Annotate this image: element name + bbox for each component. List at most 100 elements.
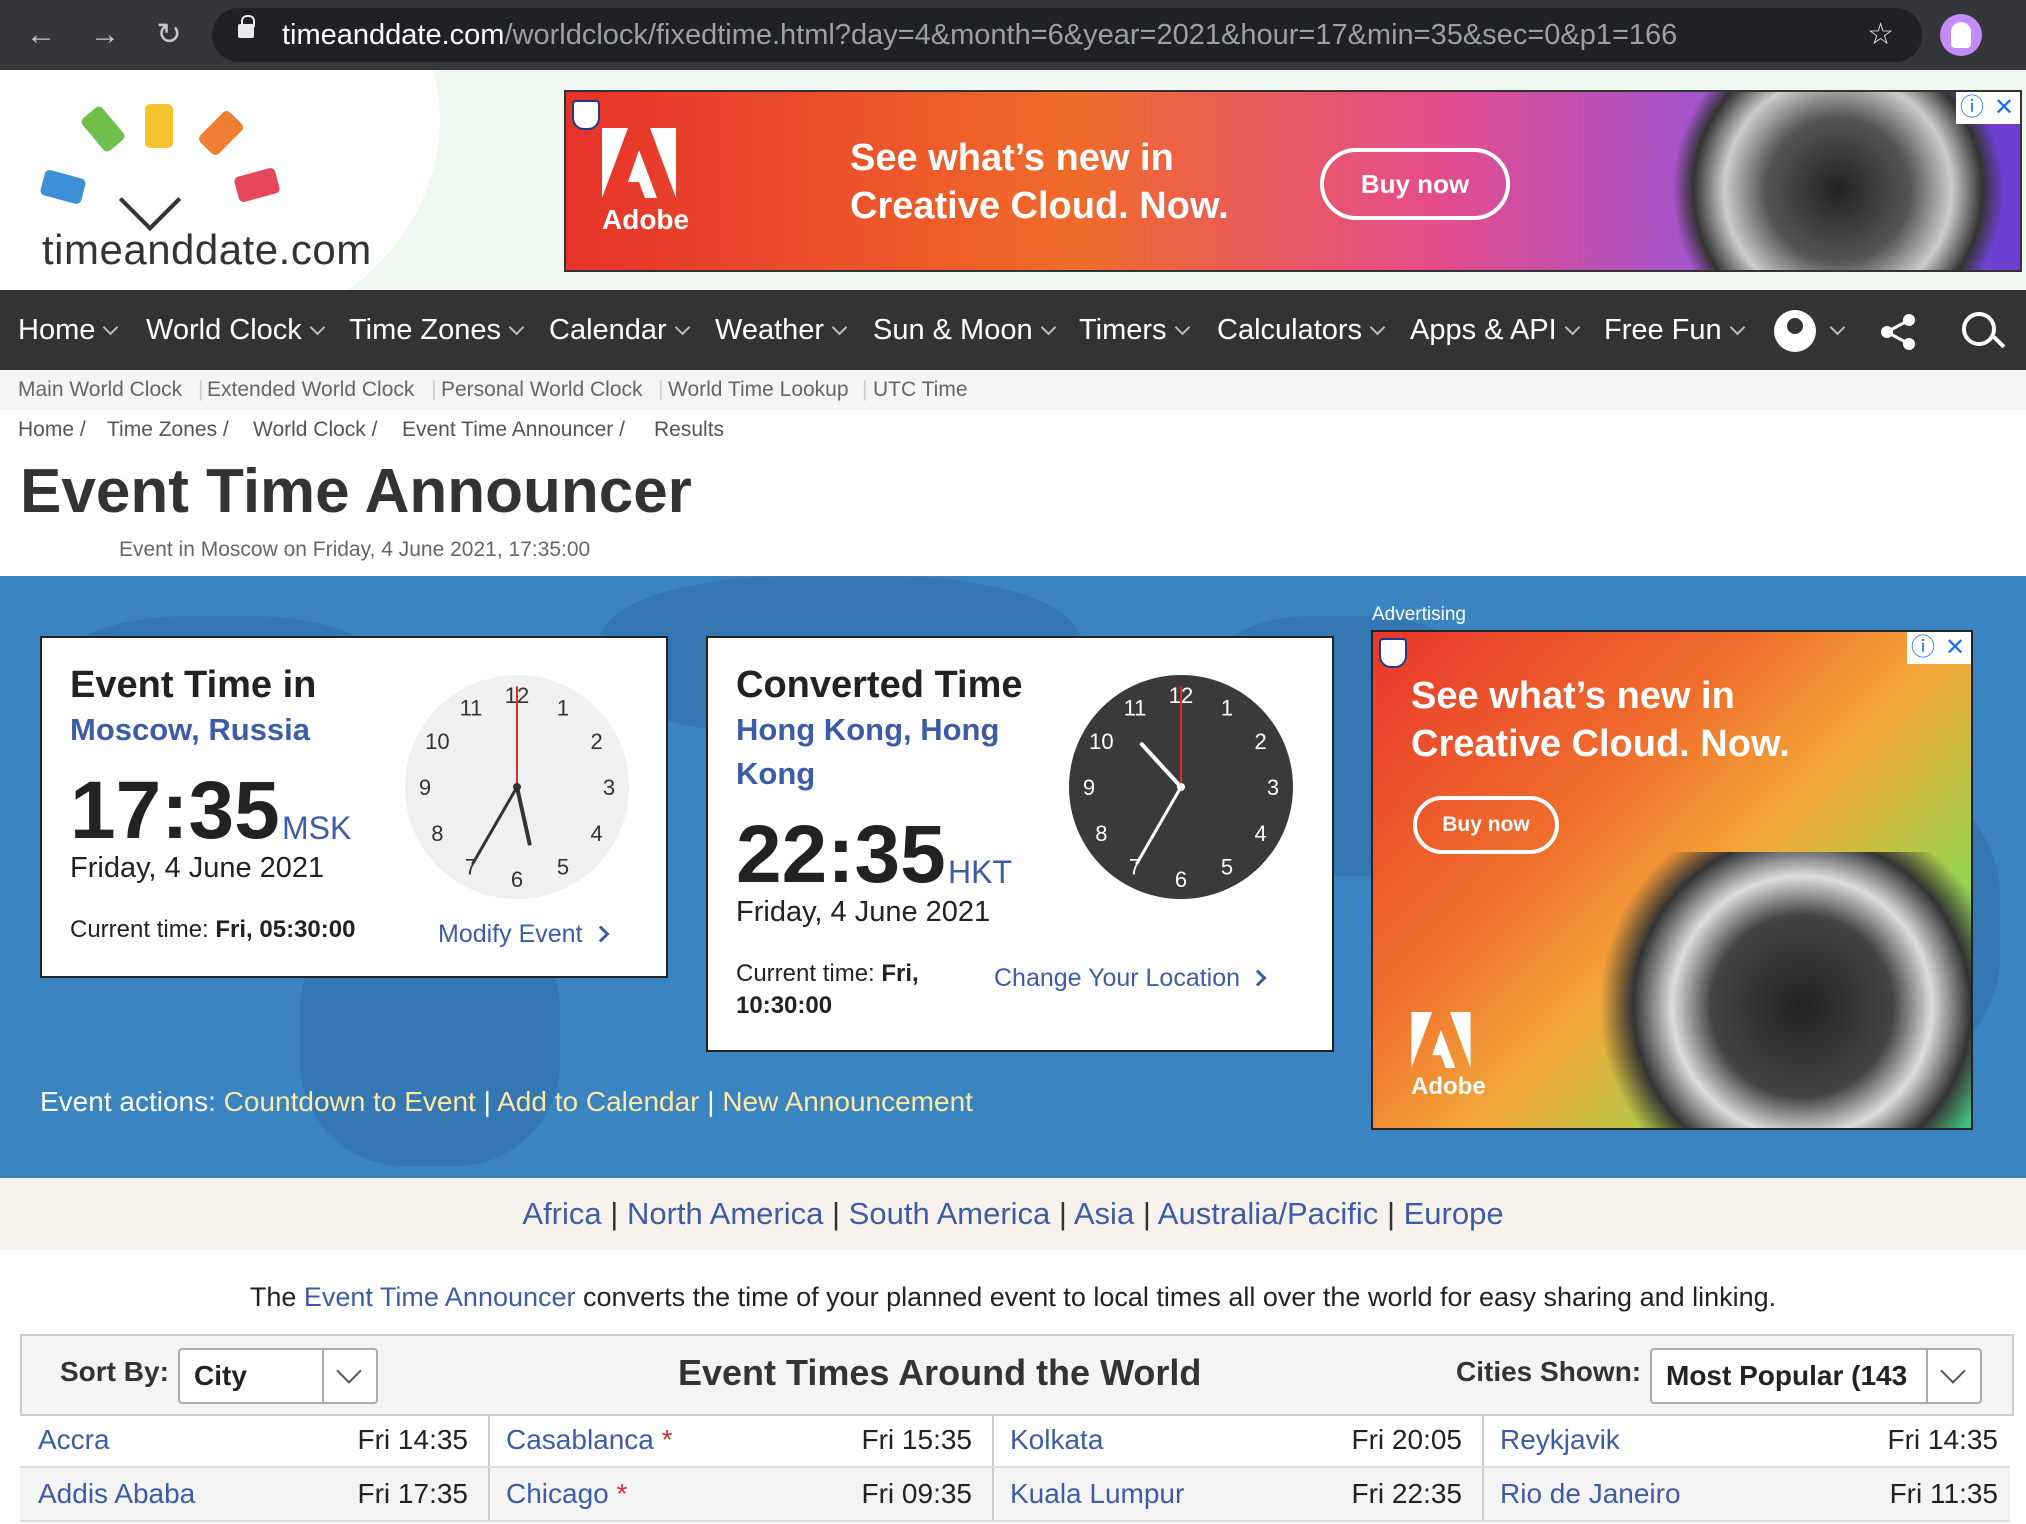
clock-number: 2: [1255, 729, 1267, 754]
site-header: timeanddate.com Adobe See what’s new in C…: [0, 70, 2026, 290]
nav-free-fun[interactable]: Free Fun: [1604, 290, 1745, 370]
chevron-down-icon[interactable]: [1926, 1350, 1980, 1402]
nav-time-zones[interactable]: Time Zones: [349, 290, 525, 370]
subnav-world-time-lookup[interactable]: World Time Lookup: [668, 378, 849, 402]
nav-world-clock[interactable]: World Clock: [146, 290, 326, 370]
breadcrumb-event-time-announcer[interactable]: Event Time Announcer /: [402, 418, 625, 442]
city-link[interactable]: Addis Ababa: [38, 1478, 195, 1510]
forward-icon[interactable]: →: [84, 14, 126, 56]
subnav-personal-world-clock[interactable]: Personal World Clock: [441, 378, 643, 402]
ad-info-icon[interactable]: ⓘ: [1956, 92, 1988, 124]
ad-close-icon[interactable]: ✕: [1988, 92, 2020, 124]
change-location-link[interactable]: Change Your Location: [994, 964, 1267, 993]
search-icon[interactable]: [1962, 312, 1996, 346]
ad-headline: See what’s new in Creative Cloud. Now.: [850, 137, 1229, 227]
nav-apps-api[interactable]: Apps & API: [1410, 290, 1580, 370]
clock-number: 6: [511, 867, 523, 892]
table-row: Addis Ababa Fri 17:35 Chicago * Fri 09:3…: [20, 1468, 2010, 1522]
ad-headline: See what’s new in Creative Cloud. Now.: [1411, 675, 1790, 765]
sub-navigation: Main World Clock | Extended World Clock …: [0, 370, 2026, 410]
city-link[interactable]: Accra: [38, 1424, 110, 1456]
event-time-card: Event Time in Moscow, Russia 17:35 MSK F…: [40, 636, 668, 978]
event-time-announcer-link[interactable]: Event Time Announcer: [304, 1282, 576, 1312]
adobe-logo: Adobe: [1411, 1012, 1486, 1101]
clock-number: 9: [1083, 775, 1095, 800]
lock-icon[interactable]: [238, 15, 255, 38]
profile-avatar[interactable]: [1940, 14, 1982, 56]
actions-divider: |: [707, 1086, 715, 1117]
city-time: Fri 14:35: [1887, 1424, 1999, 1455]
continent-australia-pacific[interactable]: Australia/Pacific: [1158, 1196, 1379, 1231]
continent-europe[interactable]: Europe: [1404, 1196, 1504, 1231]
continent-north-america[interactable]: North America: [627, 1196, 823, 1231]
logo-text: timeanddate.com: [42, 226, 372, 273]
clock-number: 4: [591, 821, 603, 846]
column-divider: [488, 1468, 490, 1520]
nav-home[interactable]: Home: [18, 290, 119, 370]
clock-number: 11: [460, 695, 483, 720]
ad-close-icon[interactable]: ✕: [1939, 632, 1971, 664]
continent-divider: |: [831, 1196, 841, 1231]
url-text[interactable]: timeanddate.com/worldclock/fixedtime.htm…: [282, 8, 1677, 62]
continent-africa[interactable]: Africa: [522, 1196, 601, 1231]
top-banner-ad[interactable]: Adobe See what’s new in Creative Cloud. N…: [564, 90, 2022, 272]
nav-weather[interactable]: Weather: [715, 290, 848, 370]
nav-calculators[interactable]: Calculators: [1217, 290, 1386, 370]
back-icon[interactable]: ←: [20, 14, 62, 56]
ad-info-icon[interactable]: ⓘ: [1907, 632, 1939, 664]
city-time: Fri 15:35: [861, 1424, 973, 1455]
nav-sun-moon[interactable]: Sun & Moon: [873, 290, 1056, 370]
chevron-down-icon: [1729, 319, 1745, 336]
sort-by-select[interactable]: City: [178, 1348, 378, 1404]
continent-links: Africa | North America | South America |…: [0, 1178, 2026, 1250]
ad-shield-icon: [572, 100, 600, 130]
new-announcement-link[interactable]: New Announcement: [722, 1086, 973, 1117]
converted-location-link[interactable]: Hong Kong, Hong Kong: [736, 708, 999, 796]
side-banner-ad[interactable]: See what’s new in Creative Cloud. Now. Bu…: [1371, 630, 1973, 1130]
continent-asia[interactable]: Asia: [1074, 1196, 1134, 1231]
chevron-down-icon[interactable]: [322, 1350, 376, 1402]
city-link[interactable]: Kuala Lumpur: [1010, 1478, 1184, 1510]
event-actions: Event actions: Countdown to Event | Add …: [40, 1086, 973, 1118]
chevron-down-icon: [1369, 319, 1386, 336]
add-to-calendar-link[interactable]: Add to Calendar: [497, 1086, 699, 1117]
cities-shown-select[interactable]: Most Popular (143: [1650, 1348, 1982, 1404]
address-bar[interactable]: timeanddate.com/worldclock/fixedtime.htm…: [212, 8, 1922, 62]
event-location-link[interactable]: Moscow, Russia: [70, 708, 310, 752]
chevron-down-icon: [309, 319, 326, 336]
continent-south-america[interactable]: South America: [849, 1196, 1051, 1231]
sort-by-label: Sort By:: [60, 1356, 169, 1387]
bookmark-star-icon[interactable]: ☆: [1867, 8, 1894, 62]
subnav-utc-time[interactable]: UTC Time: [873, 378, 968, 402]
event-timezone[interactable]: MSK: [282, 810, 351, 847]
advertising-label: Advertising: [1372, 604, 1466, 625]
event-card-heading: Event Time in: [70, 664, 317, 706]
modify-event-link[interactable]: Modify Event: [438, 920, 610, 949]
clock-number: 10: [425, 729, 449, 754]
converted-timezone[interactable]: HKT: [948, 854, 1012, 891]
clock-number: 2: [591, 729, 603, 754]
city-link[interactable]: Casablanca *: [506, 1424, 673, 1456]
subnav-extended-world-clock[interactable]: Extended World Clock: [207, 378, 414, 402]
account-chevron[interactable]: [1822, 290, 1846, 370]
ad-buy-now-button[interactable]: Buy now: [1320, 148, 1510, 220]
nav-calendar[interactable]: Calendar: [549, 290, 690, 370]
countdown-link[interactable]: Countdown to Event: [224, 1086, 476, 1117]
ad-buy-now-button[interactable]: Buy now: [1413, 796, 1559, 854]
reload-icon[interactable]: ↻: [148, 14, 190, 56]
share-icon[interactable]: [1878, 312, 1918, 352]
breadcrumb-home[interactable]: Home /: [18, 418, 86, 442]
converted-date: Friday, 4 June 2021: [736, 896, 991, 928]
breadcrumb-time-zones[interactable]: Time Zones /: [107, 418, 229, 442]
continent-divider: |: [1058, 1196, 1067, 1231]
clock-number: 9: [419, 775, 431, 800]
city-link[interactable]: Chicago *: [506, 1478, 627, 1510]
main-navigation: Home World Clock Time Zones Calendar Wea…: [0, 290, 2026, 370]
subnav-main-world-clock[interactable]: Main World Clock: [18, 378, 182, 402]
breadcrumb-world-clock[interactable]: World Clock /: [253, 418, 377, 442]
account-icon[interactable]: [1774, 310, 1816, 352]
nav-timers[interactable]: Timers: [1079, 290, 1190, 370]
city-link[interactable]: Rio de Janeiro: [1500, 1478, 1681, 1510]
city-link[interactable]: Reykjavik: [1500, 1424, 1620, 1456]
city-link[interactable]: Kolkata: [1010, 1424, 1103, 1456]
